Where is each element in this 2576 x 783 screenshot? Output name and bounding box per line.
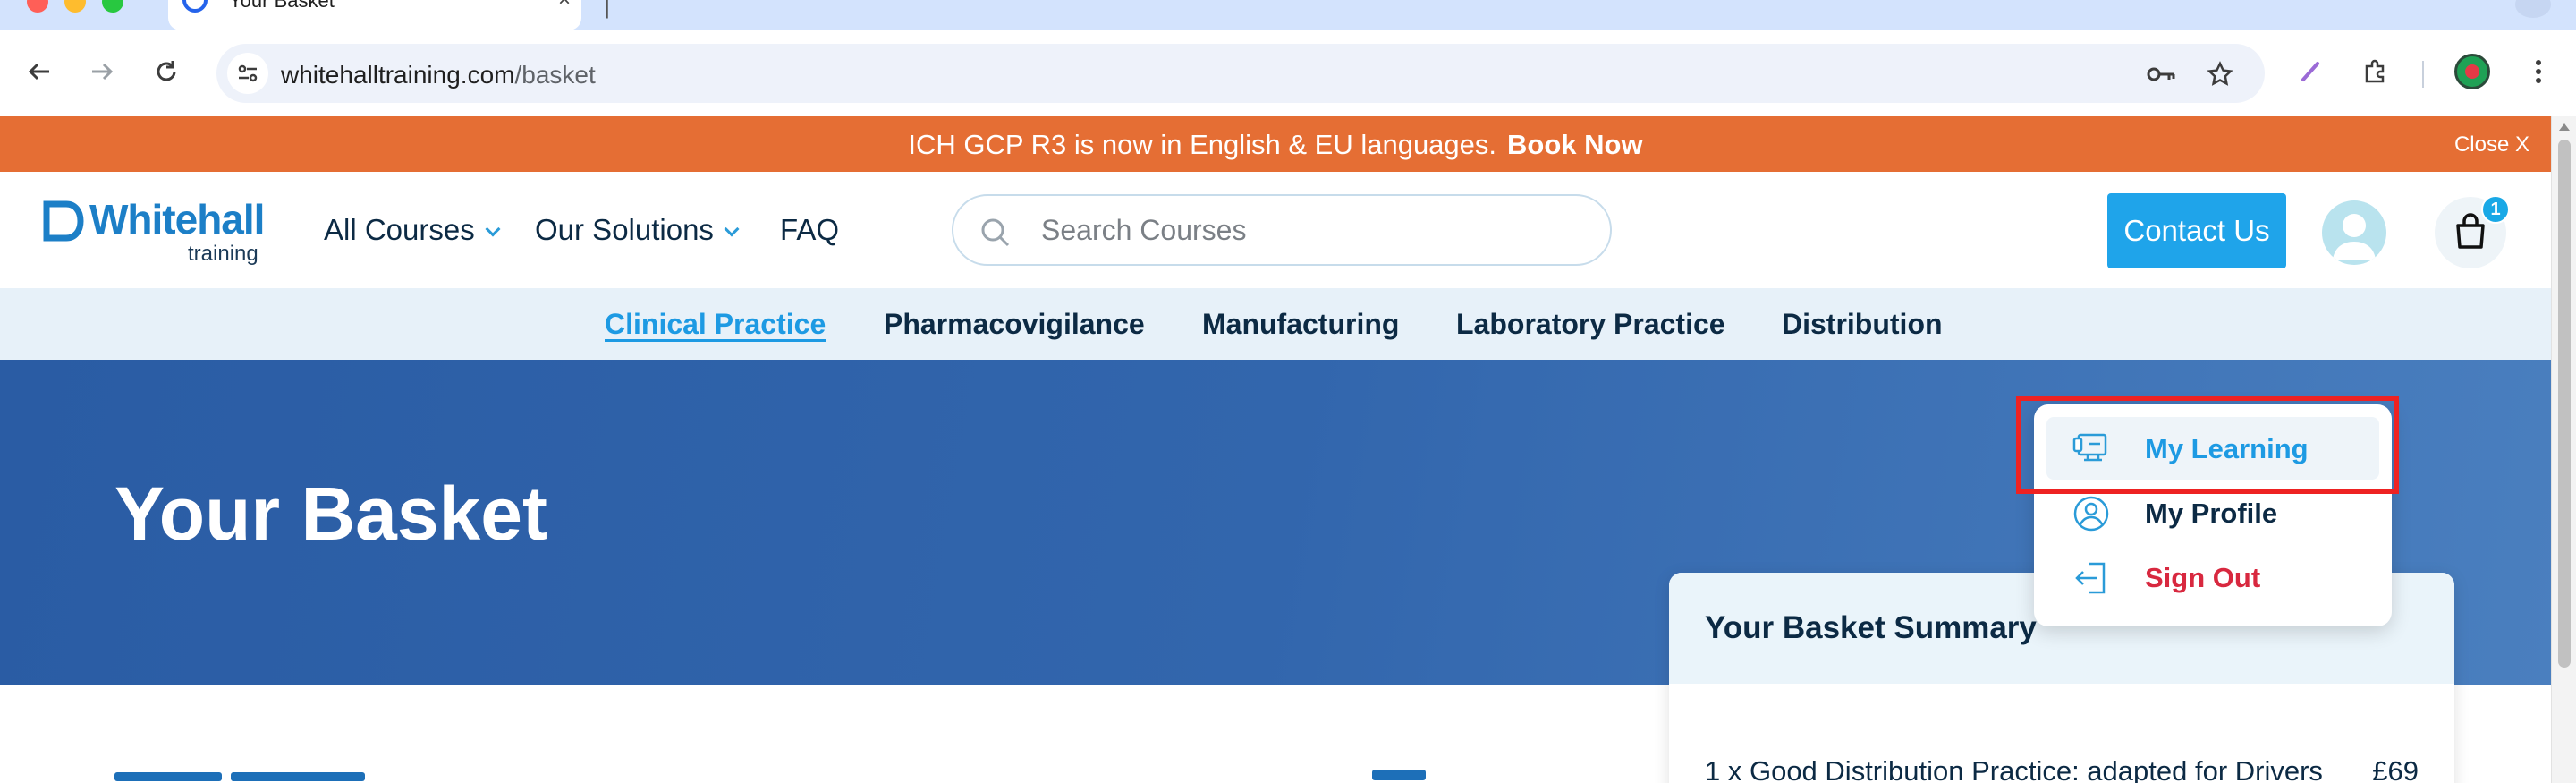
window-maximize-button[interactable] <box>102 0 123 13</box>
reload-icon[interactable] <box>147 52 186 91</box>
column-heading-partial <box>1372 770 1426 780</box>
site-header: Whitehall training All Courses Our Solut… <box>0 172 2551 288</box>
extensions-puzzle-icon[interactable] <box>2356 52 2395 91</box>
summary-line-price: £69 <box>2372 755 2419 783</box>
browser-menu-icon[interactable] <box>2519 52 2558 91</box>
pen-extension-icon[interactable] <box>2292 52 2331 91</box>
category-clinical-practice[interactable]: Clinical Practice <box>605 308 826 341</box>
menu-label-sign-out: Sign Out <box>2145 562 2261 593</box>
url-path: /basket <box>514 61 596 89</box>
password-key-icon[interactable] <box>2143 56 2179 92</box>
tab-title: Your Basket <box>229 0 335 12</box>
summary-line-item: 1 x Good Distribution Practice: adapted … <box>1705 755 2323 783</box>
announcement-message: ICH GCP R3 is now in English & EU langua… <box>908 129 1497 160</box>
book-now-link[interactable]: Book Now <box>1507 129 1643 160</box>
scrollbar-thumb[interactable] <box>2558 140 2571 668</box>
announcement-close-button[interactable]: Close X <box>2454 132 2529 157</box>
sign-out-icon <box>2075 562 2106 594</box>
nav-our-solutions[interactable]: Our Solutions <box>535 213 740 247</box>
category-distribution[interactable]: Distribution <box>1782 308 1943 341</box>
browser-profile-icon[interactable] <box>2454 54 2490 89</box>
contact-us-button[interactable]: Contact Us <box>2107 193 2286 268</box>
basket-count-badge: 1 <box>2481 195 2510 224</box>
basket-summary-title: Your Basket Summary <box>1705 610 2037 645</box>
forward-arrow-icon[interactable] <box>82 52 122 91</box>
site-info-icon[interactable] <box>227 53 268 94</box>
annotation-highlight-box <box>2016 396 2399 494</box>
url-domain: whitehalltraining.com <box>281 61 515 89</box>
page-viewport: ICH GCP R3 is now in English & EU langua… <box>0 116 2551 783</box>
menu-item-sign-out[interactable]: Sign Out <box>2046 546 2379 609</box>
toolbar-separator <box>2422 61 2424 88</box>
next-tab-fragment[interactable]: | <box>605 0 610 20</box>
logo-wordmark[interactable]: Whitehall <box>89 195 265 243</box>
tab-favicon-icon <box>182 0 208 13</box>
tab-close-icon[interactable]: × <box>558 0 571 13</box>
announcement-text: ICH GCP R3 is now in English & EU langua… <box>0 129 2551 161</box>
search-icon <box>981 218 1010 247</box>
user-avatar-icon <box>2333 214 2376 260</box>
nav-faq[interactable]: FAQ <box>780 213 839 247</box>
nav-our-solutions-label: Our Solutions <box>535 213 714 246</box>
logo-subtitle: training <box>188 242 258 266</box>
nav-all-courses[interactable]: All Courses <box>324 213 501 247</box>
category-manufacturing[interactable]: Manufacturing <box>1202 308 1399 341</box>
chevron-down-icon <box>485 221 501 237</box>
page-scrollbar[interactable] <box>2551 116 2576 783</box>
window-close-button[interactable] <box>27 0 48 13</box>
profile-icon <box>2073 496 2109 532</box>
search-input[interactable] <box>1041 214 1578 247</box>
url-text[interactable]: whitehalltraining.com/basket <box>281 61 596 89</box>
nav-all-courses-label: All Courses <box>324 213 475 246</box>
menu-label-my-profile: My Profile <box>2145 498 2278 529</box>
browser-toolbar: whitehalltraining.com/basket <box>0 30 2576 116</box>
category-pharmacovigilance[interactable]: Pharmacovigilance <box>884 308 1145 341</box>
category-laboratory-practice[interactable]: Laboratory Practice <box>1456 308 1725 341</box>
chevron-down-icon <box>724 221 740 237</box>
category-nav: Clinical Practice Pharmacovigilance Manu… <box>0 288 2551 360</box>
bookmark-star-icon[interactable] <box>2202 56 2238 92</box>
window-minimize-button[interactable] <box>64 0 86 13</box>
announcement-bar: ICH GCP R3 is now in English & EU langua… <box>0 116 2551 172</box>
tab-search-button[interactable] <box>2515 0 2551 18</box>
scroll-up-arrow-icon[interactable] <box>2559 123 2570 131</box>
back-arrow-icon[interactable] <box>20 52 59 91</box>
page-title: Your Basket <box>114 472 547 556</box>
browser-tab-strip: Your Basket × | <box>0 0 2576 30</box>
search-box[interactable] <box>952 194 1612 266</box>
address-bar[interactable]: whitehalltraining.com/basket <box>216 44 2265 103</box>
basket-button[interactable]: 1 <box>2435 195 2510 268</box>
browser-tab-active[interactable]: Your Basket × <box>168 0 581 30</box>
section-heading-partial <box>114 770 383 783</box>
user-avatar-button[interactable] <box>2322 200 2386 265</box>
whitehall-logo-icon[interactable] <box>41 199 84 243</box>
